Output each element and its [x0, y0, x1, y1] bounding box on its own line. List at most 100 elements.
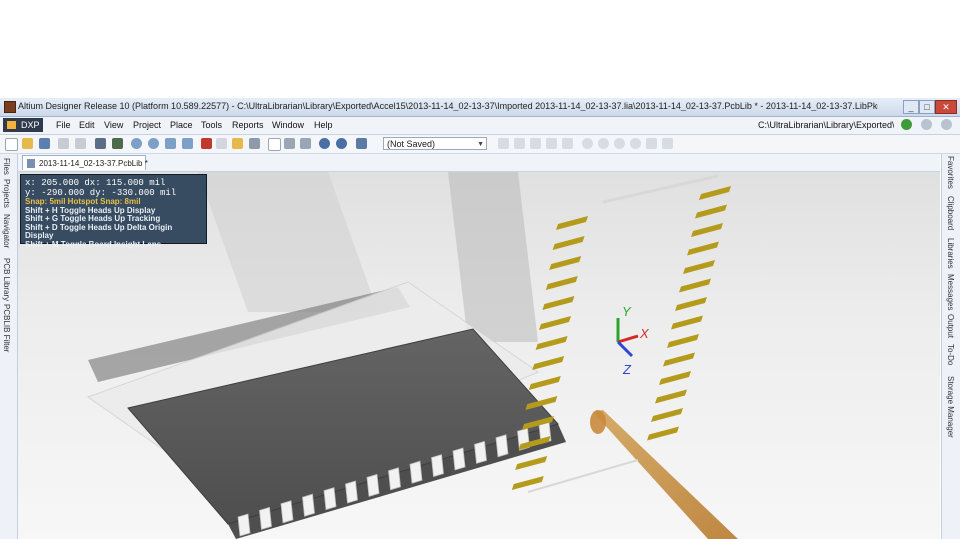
ic-lead	[237, 513, 251, 537]
panel-tab-pcb-library[interactable]: PCB Library	[2, 258, 11, 301]
redo-icon[interactable]	[336, 138, 347, 149]
panel-tab-projects[interactable]: Projects	[2, 179, 11, 208]
ic-lead	[474, 440, 487, 464]
panel-tab-favorites[interactable]: Favorites	[946, 156, 955, 189]
print-icon[interactable]	[58, 138, 69, 149]
hud-shortcut: Shift + M Toggle Board Insight Lens	[25, 239, 162, 249]
pad-left	[539, 316, 571, 330]
maximize-button[interactable]: □	[919, 100, 935, 114]
window-title: Altium Designer Release 10 (Platform 10.…	[18, 101, 878, 111]
pad-right	[647, 426, 679, 441]
rubber-stamp-icon[interactable]	[249, 138, 260, 149]
zoom-out-icon[interactable]	[148, 138, 159, 149]
menu-bar: DXP File Edit View Project Place Tools R…	[0, 117, 960, 135]
pcb-3d-viewport[interactable]: Y X Z x: 205.000 dx: 115.000 mil y: -290…	[18, 172, 940, 539]
pad-left	[545, 276, 578, 290]
cut-icon[interactable]	[201, 138, 212, 149]
fit-document-icon[interactable]	[165, 138, 176, 149]
fill-icon[interactable]	[646, 138, 657, 149]
beam-origin	[590, 410, 606, 434]
zoom-area-icon[interactable]	[182, 138, 193, 149]
pad-right	[679, 278, 711, 293]
new-document-icon[interactable]	[5, 138, 18, 151]
axis-z-label: Z	[622, 362, 632, 377]
zoom-in-icon[interactable]	[131, 138, 142, 149]
pad-icon[interactable]	[514, 138, 525, 149]
print-preview-icon[interactable]	[75, 138, 86, 149]
open-folder-icon[interactable]	[22, 138, 33, 149]
full-circle-icon[interactable]	[630, 138, 641, 149]
close-button[interactable]: ✕	[935, 100, 957, 114]
dxp-menu-button[interactable]: DXP	[3, 118, 43, 132]
back-icon[interactable]	[901, 119, 912, 130]
panel-tab-storage-manager[interactable]: Storage Manager	[946, 376, 955, 438]
hud-coord-x: x: 205.000 dx: 115.000 mil	[25, 178, 166, 188]
pad-right	[663, 352, 695, 367]
panel-tab-clipboard[interactable]: Clipboard	[946, 196, 955, 230]
axis-y-label: Y	[622, 304, 632, 319]
pad-right	[699, 186, 731, 200]
view-config-value: (Not Saved)	[387, 139, 436, 149]
panel-tab-todo[interactable]: To-Do	[946, 344, 955, 365]
view-config-select[interactable]: (Not Saved) ▼	[383, 137, 487, 150]
copy-icon[interactable]	[216, 138, 227, 149]
pad-left	[532, 356, 565, 370]
grid-icon[interactable]	[356, 138, 367, 149]
menu-file[interactable]: File	[56, 120, 71, 130]
arc-edge-icon[interactable]	[598, 138, 609, 149]
main-toolbar: (Not Saved) ▼	[0, 135, 960, 154]
line-icon[interactable]	[498, 138, 509, 149]
menu-tools[interactable]: Tools	[201, 120, 222, 130]
home-icon[interactable]	[941, 119, 952, 130]
panel-tab-navigator[interactable]: Navigator	[2, 214, 11, 248]
dxp-icon	[7, 121, 16, 129]
document-path[interactable]: C:\UltraLibrarian\Library\Exported\	[758, 118, 894, 132]
pad-right	[683, 260, 715, 274]
text-icon[interactable]	[546, 138, 557, 149]
ic-lead	[259, 506, 272, 530]
chevron-down-icon: ▼	[477, 141, 484, 148]
menu-edit[interactable]: Edit	[79, 120, 95, 130]
panel-tab-files[interactable]: Files	[2, 158, 11, 175]
pad-left	[542, 296, 575, 310]
menu-project[interactable]: Project	[133, 120, 161, 130]
panel-tab-pcblib-filter[interactable]: PCBLIB Filter	[2, 304, 11, 352]
open-project-icon[interactable]	[95, 138, 106, 149]
undo-icon[interactable]	[319, 138, 330, 149]
menu-place[interactable]: Place	[170, 120, 193, 130]
pad-left	[556, 216, 588, 230]
forward-icon[interactable]	[921, 119, 932, 130]
right-panel-tabs: Favorites Clipboard Libraries Messages O…	[941, 154, 960, 539]
panel-tab-libraries[interactable]: Libraries	[946, 238, 955, 269]
paste-icon[interactable]	[232, 138, 243, 149]
document-tab[interactable]: 2013-11-14_02-13-37.PcbLib *	[22, 155, 148, 170]
deselect-icon[interactable]	[300, 138, 311, 149]
pad-right	[695, 204, 727, 219]
ic-lead	[323, 487, 337, 511]
panel-tab-messages[interactable]: Messages	[946, 274, 955, 310]
menu-window[interactable]: Window	[272, 120, 304, 130]
ic-lead	[366, 473, 380, 497]
menu-reports[interactable]: Reports	[232, 120, 264, 130]
pad-left	[552, 236, 585, 250]
pad-right	[675, 297, 707, 311]
arc-center-icon[interactable]	[582, 138, 593, 149]
panel-tab-output[interactable]: Output	[946, 314, 955, 338]
pad-left	[535, 336, 568, 350]
pad-right	[651, 408, 683, 422]
select-area-icon[interactable]	[268, 138, 281, 151]
minimize-button[interactable]: _	[903, 100, 919, 114]
pad-right	[687, 241, 719, 256]
menu-view[interactable]: View	[104, 120, 123, 130]
via-icon[interactable]	[530, 138, 541, 149]
ic-lead	[452, 447, 466, 471]
arc-any-icon[interactable]	[614, 138, 625, 149]
laser-beam	[593, 410, 738, 539]
menu-help[interactable]: Help	[314, 120, 333, 130]
move-icon[interactable]	[284, 138, 295, 149]
coordinate-icon[interactable]	[562, 138, 573, 149]
array-paste-icon[interactable]	[662, 138, 673, 149]
device-view-icon[interactable]	[112, 138, 123, 149]
save-icon[interactable]	[39, 138, 50, 149]
left-panel-tabs: Files Projects Navigator PCB Library PCB…	[0, 154, 18, 539]
